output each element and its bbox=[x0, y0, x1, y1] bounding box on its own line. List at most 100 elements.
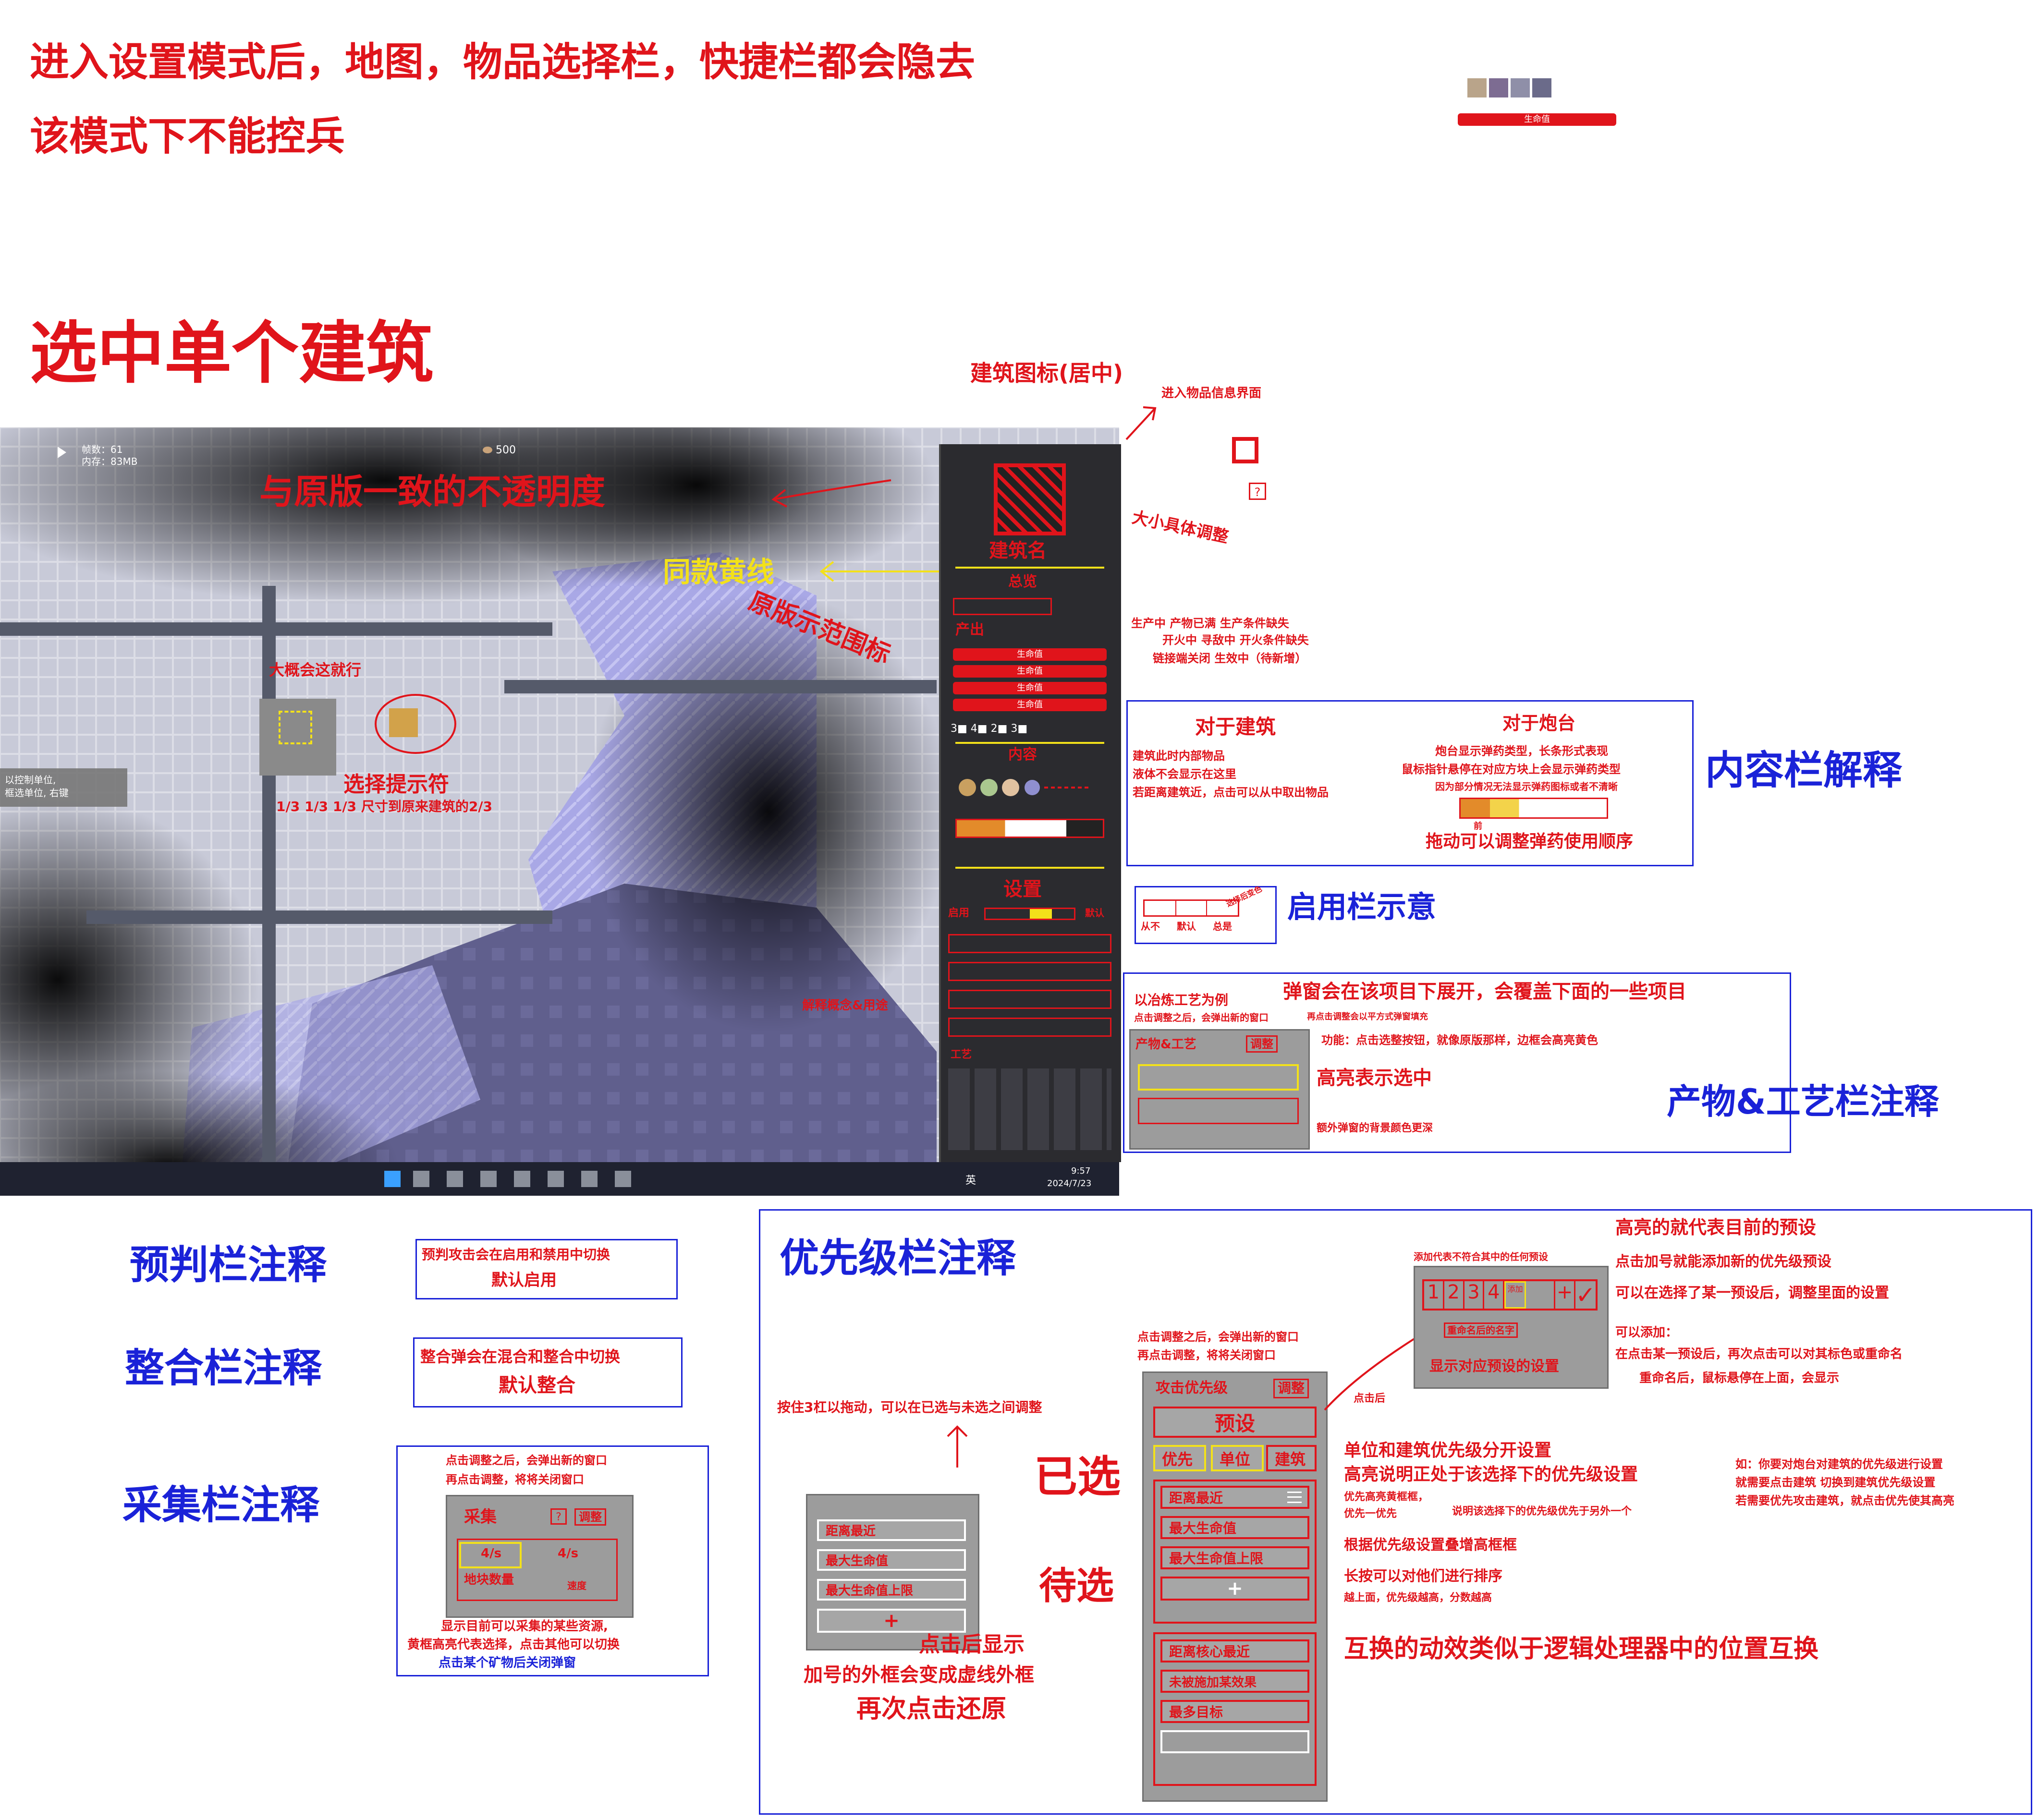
chosen-plus-button[interactable]: + bbox=[1160, 1577, 1309, 1601]
process-click-desc: 功能：点击选整按钮，就像原版那样，边框会高亮黄色 bbox=[1321, 1033, 1598, 1047]
collect-desc1: 显示目前可以采集的某些资源, bbox=[441, 1619, 608, 1634]
chosen-row-1[interactable]: 距离最近 bbox=[1160, 1486, 1309, 1509]
predict-title: 预判栏注释 bbox=[130, 1242, 327, 1288]
pending-row-1[interactable]: 距离核心最近 bbox=[1160, 1639, 1309, 1662]
tab-unit[interactable]: 单位 bbox=[1211, 1445, 1264, 1471]
collect-click1: 点击调整之后，会弹出新的窗口 bbox=[446, 1454, 607, 1467]
exec-note: 大概会这就行 bbox=[269, 661, 362, 679]
opacity-note: 与原版一致的不透明度 bbox=[259, 472, 606, 512]
example-note1: 如：你要对炮台对建筑的优先级进行设置 bbox=[1735, 1457, 1943, 1471]
selected-building-icon bbox=[389, 708, 418, 737]
preset-slot-add[interactable]: 添加 bbox=[1504, 1281, 1526, 1309]
explain-first-note: 说明该选择下的优先级优先于另外一个 bbox=[1452, 1505, 1632, 1517]
pending-label: 待选 bbox=[1039, 1565, 1114, 1608]
enable-bar-demo[interactable] bbox=[1143, 899, 1239, 917]
sidebar-yellow-line bbox=[955, 567, 1104, 569]
taskbar-time: 9:57 bbox=[1071, 1166, 1091, 1176]
preset-plus[interactable]: + bbox=[1555, 1281, 1576, 1309]
priority-panel-demo: 攻击优先级 调整 预设 优先 单位 建筑 距离最近 最大生命值 最大生命值上限 … bbox=[1142, 1371, 1328, 1802]
question-icon[interactable]: ? bbox=[1249, 483, 1266, 500]
taskbar-lang[interactable]: 英 bbox=[965, 1172, 976, 1187]
process-click-note3: 再点击调整会以平方式弹窗填充 bbox=[1307, 1012, 1428, 1022]
chosen-row-2[interactable]: 最大生命值 bbox=[1160, 1516, 1309, 1539]
content-drag-small: 前 bbox=[1474, 821, 1482, 831]
drag-handle-icon[interactable] bbox=[1287, 1492, 1302, 1503]
sidebar-building-icon[interactable] bbox=[994, 463, 1066, 535]
process-row-selected[interactable] bbox=[1138, 1064, 1299, 1091]
selection-marker bbox=[279, 711, 312, 744]
top-note-line1: 进入设置模式后，地图，物品选择栏，快捷栏都会隐去 bbox=[30, 39, 976, 85]
process-panel-title: 产物&工艺 bbox=[1135, 1037, 1196, 1052]
enable-label-always: 总是 bbox=[1213, 921, 1232, 932]
process-adjust-button[interactable]: 调整 bbox=[1246, 1035, 1278, 1053]
preset-rename: 重命名后的名字 bbox=[1444, 1323, 1518, 1338]
sidebar-hp-3: 生命值 bbox=[953, 682, 1107, 694]
tab-building[interactable]: 建筑 bbox=[1266, 1445, 1317, 1471]
tab-first[interactable]: 优先 bbox=[1153, 1445, 1206, 1471]
pending-row-3[interactable]: 最多目标 bbox=[1160, 1700, 1309, 1723]
preset-slot-3[interactable]: 3 bbox=[1464, 1281, 1485, 1309]
order-note: 越上面，优先级越高，分数越高 bbox=[1344, 1592, 1492, 1604]
left-row-2[interactable]: 最大生命值 bbox=[817, 1549, 966, 1571]
drag-up-arrow bbox=[947, 1425, 968, 1468]
preset-slot-1[interactable]: 1 bbox=[1424, 1281, 1444, 1309]
enable-label-never: 从不 bbox=[1141, 921, 1160, 932]
click-show-2: 加号的外框会变成虚线外框 bbox=[804, 1664, 1034, 1686]
setting-row-1[interactable] bbox=[948, 934, 1111, 953]
preset-check-icon[interactable]: ✓ bbox=[1575, 1281, 1596, 1309]
sidebar-settings-label: 设置 bbox=[1003, 878, 1042, 900]
collect-option-box bbox=[457, 1539, 618, 1601]
process-click-note: 点击调整之后，会弹出新的窗口 bbox=[1134, 1012, 1269, 1023]
content-ammo-bar[interactable] bbox=[1459, 798, 1608, 819]
left-row-1[interactable]: 距离最近 bbox=[817, 1519, 966, 1541]
integrate-text2: 默认整合 bbox=[499, 1374, 575, 1396]
sidebar-hp-4: 生命值 bbox=[953, 699, 1107, 711]
collect-desc2: 黄框高亮代表选择，点击其他可以切换 bbox=[407, 1638, 620, 1652]
hl-note2: 高亮说明正处于该选择下的优先级设置 bbox=[1344, 1465, 1638, 1484]
priority-panel-header: 攻击优先级 bbox=[1156, 1380, 1228, 1396]
preset-button[interactable]: 预设 bbox=[1153, 1407, 1317, 1438]
priority-adjust-button[interactable]: 调整 bbox=[1273, 1379, 1309, 1398]
sidebar-enable-bar[interactable] bbox=[984, 908, 1075, 920]
process-example: 以冶炼工艺为例 bbox=[1134, 992, 1229, 1008]
top-hp-bar: 生命值 bbox=[1458, 113, 1616, 126]
click-adjust-2: 再点击调整，将将关闭窗口 bbox=[1137, 1348, 1276, 1362]
predict-box: 预判攻击会在启用和禁用中切换 默认启用 bbox=[415, 1239, 678, 1299]
sidebar-enable-label: 启用 bbox=[948, 907, 970, 919]
setting-row-4[interactable] bbox=[948, 1018, 1111, 1037]
left-plus-button[interactable]: + bbox=[817, 1609, 966, 1633]
status-note-2: 开火中 寻敌中 开火条件缺失 bbox=[1162, 633, 1309, 647]
resource-icons bbox=[1467, 78, 1551, 97]
integrate-title: 整合栏注释 bbox=[125, 1346, 322, 1391]
content-building-line3: 若距离建筑近，点击可以从中取出物品 bbox=[1133, 786, 1329, 799]
predict-text1: 预判攻击会在启用和禁用中切换 bbox=[422, 1247, 610, 1262]
content-panel: 对于建筑 建筑此时内部物品 液体不会显示在这里 若距离建筑近，点击可以从中取出物… bbox=[1126, 700, 1694, 866]
process-bg-note: 额外弹窗的背景颜色更深 bbox=[1317, 1122, 1433, 1134]
section-title: 选中单个建筑 bbox=[30, 315, 434, 393]
click-show-1: 点击后显示 bbox=[919, 1632, 1025, 1657]
res-num-1: 3 bbox=[951, 723, 957, 735]
preset-slot-2[interactable]: 2 bbox=[1444, 1281, 1464, 1309]
sidebar-yellow-line-2 bbox=[955, 742, 1104, 744]
setting-row-2[interactable] bbox=[948, 962, 1111, 981]
left-row-3[interactable]: 最大生命值上限 bbox=[817, 1579, 966, 1601]
collect-question-icon[interactable]: ? bbox=[550, 1508, 567, 1525]
pending-row-2[interactable]: 未被施加某效果 bbox=[1160, 1670, 1309, 1693]
collect-adjust-button[interactable]: 调整 bbox=[574, 1508, 606, 1526]
process-row-2[interactable] bbox=[1138, 1098, 1299, 1124]
icon-center-note: 建筑图标(居中) bbox=[970, 360, 1123, 386]
setting-row-3[interactable] bbox=[948, 990, 1111, 1009]
chosen-row-3[interactable]: 最大生命值上限 bbox=[1160, 1546, 1309, 1569]
play-button[interactable] bbox=[58, 447, 66, 458]
collect-desc3: 点击某个矿物后关闭弹窗 bbox=[439, 1656, 576, 1670]
preset-slots: 1 2 3 4 添加 + ✓ bbox=[1422, 1279, 1598, 1310]
start-icon[interactable] bbox=[384, 1171, 401, 1187]
predict-text2: 默认启用 bbox=[491, 1271, 557, 1290]
process-highlight-note: 高亮表示选中 bbox=[1317, 1067, 1432, 1089]
preset-slot-4[interactable]: 4 bbox=[1484, 1281, 1505, 1309]
sidebar-ammo-bar[interactable] bbox=[955, 819, 1104, 838]
sidebar-status-boxes bbox=[953, 598, 1052, 615]
process-popup-note: 弹窗会在该项目下展开，会覆盖下面的一些项目 bbox=[1283, 981, 1686, 1003]
fraction-note: 1/3 1/3 1/3 尺寸到原来建筑的2/3 bbox=[276, 799, 493, 814]
content-panel-title: 内容栏解释 bbox=[1705, 748, 1903, 793]
